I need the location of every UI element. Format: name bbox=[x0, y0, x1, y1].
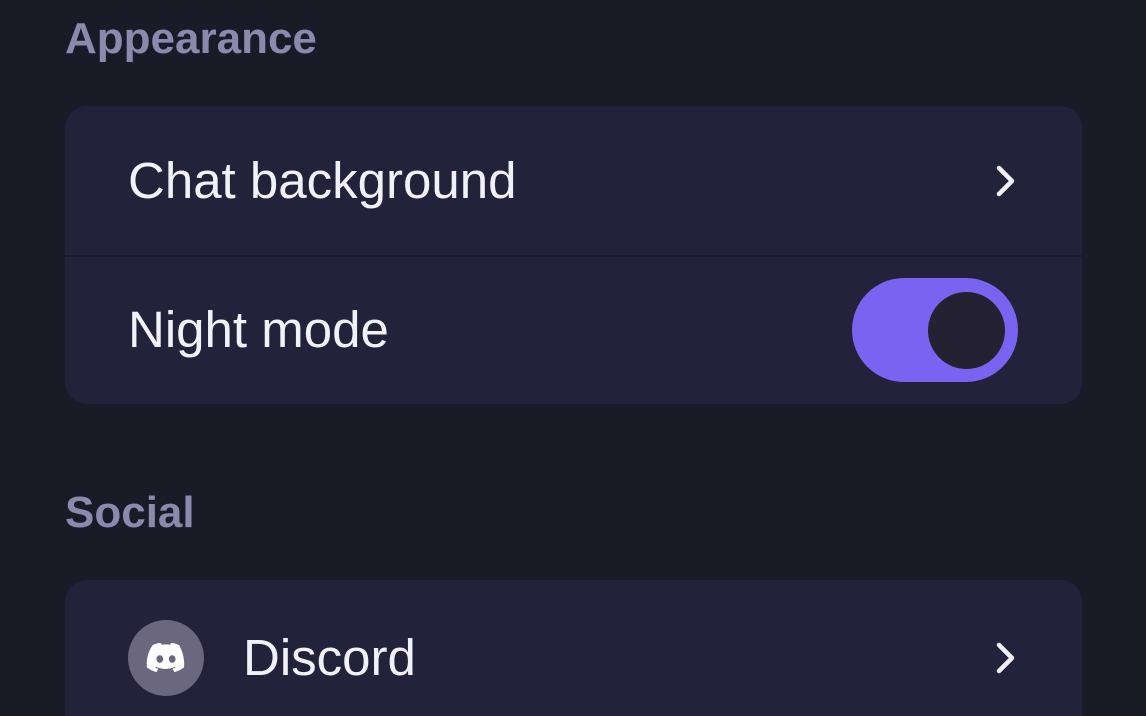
discord-icon bbox=[128, 619, 204, 696]
chat-background-row[interactable]: Chat background bbox=[65, 106, 1082, 255]
social-section-title: Social bbox=[65, 488, 195, 537]
chevron-right-icon bbox=[990, 163, 1020, 199]
discord-label: Discord bbox=[243, 629, 416, 686]
chevron-right-icon bbox=[990, 640, 1020, 676]
chat-background-label: Chat background bbox=[128, 152, 517, 209]
appearance-section-title: Appearance bbox=[65, 14, 317, 63]
settings-screen: Appearance Chat background Night mode So… bbox=[0, 0, 1146, 716]
night-mode-row: Night mode bbox=[65, 255, 1082, 404]
night-mode-label: Night mode bbox=[128, 301, 389, 358]
appearance-card: Chat background Night mode bbox=[65, 106, 1082, 404]
social-card: Discord bbox=[65, 580, 1082, 716]
night-mode-toggle[interactable] bbox=[852, 277, 1018, 382]
discord-row[interactable]: Discord bbox=[65, 580, 1082, 716]
toggle-knob bbox=[928, 291, 1005, 369]
